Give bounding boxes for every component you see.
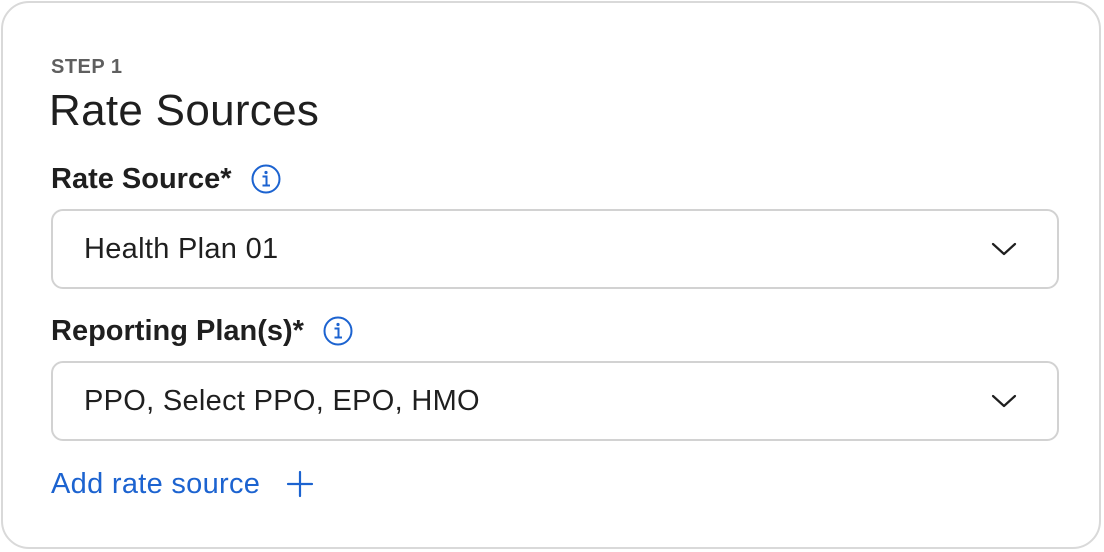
rate-source-label-row: Rate Source* [51,161,282,197]
rate-source-label: Rate Source* [51,163,232,195]
rate-source-select[interactable]: Health Plan 01 [51,209,1059,289]
rate-source-info-icon[interactable] [250,163,282,195]
step-label: STEP 1 [51,56,123,78]
reporting-plans-label: Reporting Plan(s)* [51,315,304,347]
plus-icon [286,470,314,498]
rate-source-selected-value: Health Plan 01 [84,232,279,265]
chevron-down-icon [991,393,1017,409]
reporting-plans-label-row: Reporting Plan(s)* [51,313,354,349]
rate-sources-card: STEP 1 Rate Sources Rate Source* Health … [1,1,1101,549]
add-rate-source-link[interactable]: Add rate source [51,465,314,503]
reporting-plans-info-icon[interactable] [322,315,354,347]
add-rate-source-label: Add rate source [51,468,261,500]
chevron-down-icon [991,241,1017,257]
reporting-plans-selected-value: PPO, Select PPO, EPO, HMO [84,384,480,417]
reporting-plans-select[interactable]: PPO, Select PPO, EPO, HMO [51,361,1059,441]
section-title: Rate Sources [49,86,320,135]
